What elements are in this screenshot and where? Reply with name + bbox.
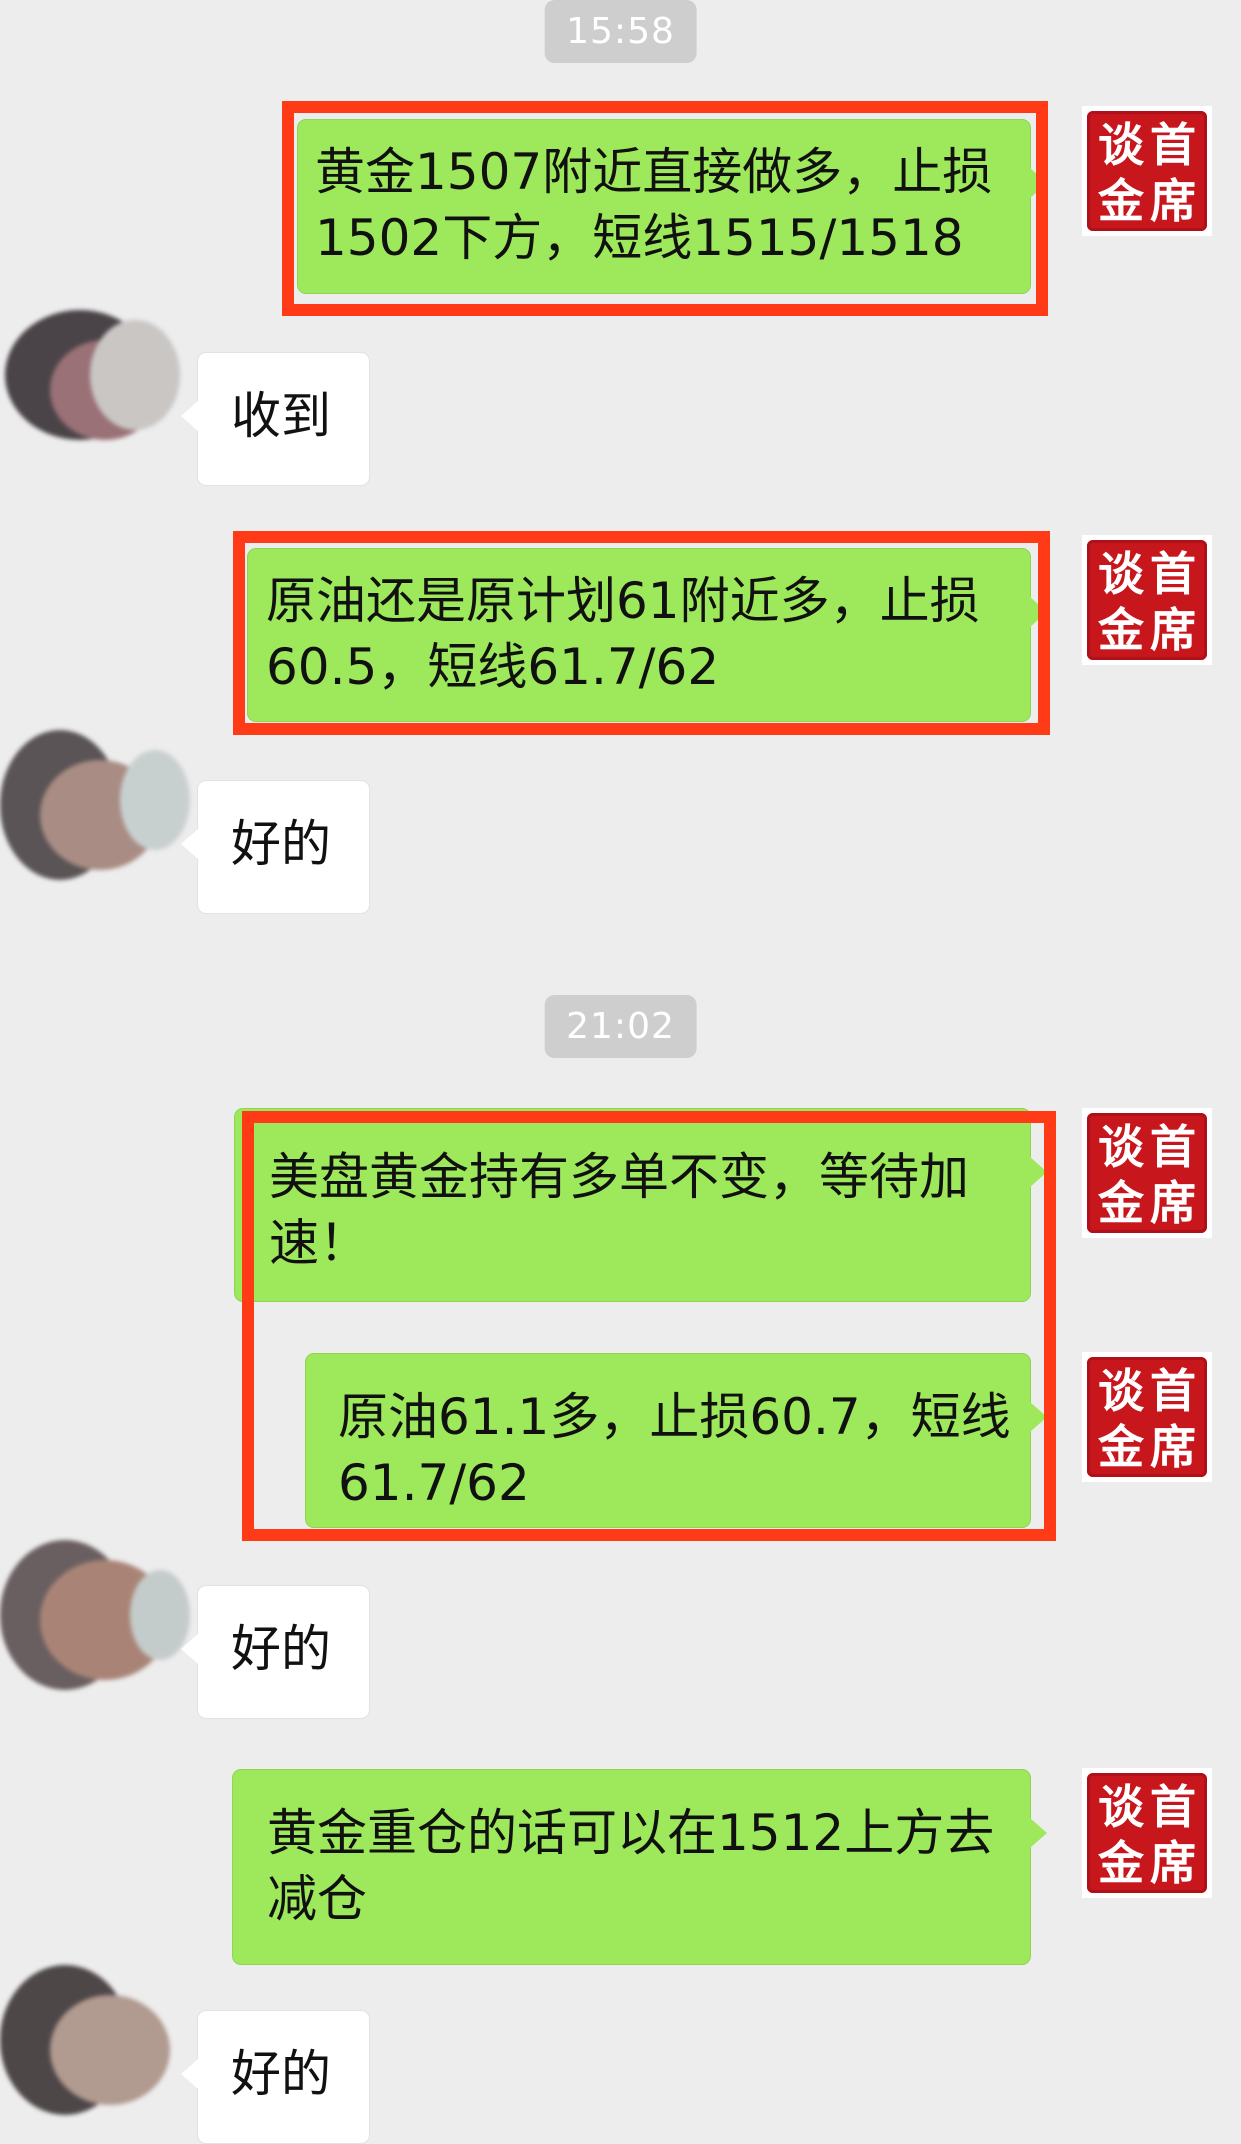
message-bubble-incoming[interactable]: 好的 (181, 1585, 370, 1719)
seal-logo-icon: 谈首金席 (1087, 1773, 1207, 1893)
message-bubble-incoming[interactable]: 好的 (181, 2010, 370, 2144)
avatar-contact[interactable] (0, 720, 195, 890)
avatar-self[interactable]: 谈首金席 (1082, 1768, 1212, 1898)
avatar-self[interactable]: 谈首金席 (1082, 1352, 1212, 1482)
timestamp: 15:58 (544, 0, 697, 63)
avatar-contact[interactable] (0, 1520, 195, 1690)
seal-logo-icon: 谈首金席 (1087, 540, 1207, 660)
message-bubble-outgoing[interactable]: 美盘黄金持有多单不变，等待加 速！ (234, 1108, 1047, 1302)
message-bubble-incoming[interactable]: 收到 (181, 352, 370, 486)
avatar-contact[interactable] (0, 1955, 195, 2125)
seal-logo-icon: 谈首金席 (1087, 1113, 1207, 1233)
avatar-self[interactable]: 谈首金席 (1082, 535, 1212, 665)
message-bubble-outgoing[interactable]: 原油还是原计划61附近多，止损 60.5，短线61.7/62 (247, 548, 1047, 722)
timestamp: 21:02 (544, 995, 697, 1058)
message-bubble-outgoing[interactable]: 黄金重仓的话可以在1512上方去 减仓 (232, 1769, 1047, 1965)
seal-logo-icon: 谈首金席 (1087, 111, 1207, 231)
message-bubble-outgoing[interactable]: 原油61.1多，止损60.7，短线 61.7/62 (305, 1353, 1047, 1528)
avatar-self[interactable]: 谈首金席 (1082, 106, 1212, 236)
message-bubble-outgoing[interactable]: 黄金1507附近直接做多，止损 1502下方，短线1515/1518 (297, 119, 1047, 294)
avatar-contact[interactable] (0, 290, 195, 460)
seal-logo-icon: 谈首金席 (1087, 1357, 1207, 1477)
avatar-self[interactable]: 谈首金席 (1082, 1108, 1212, 1238)
message-bubble-incoming[interactable]: 好的 (181, 780, 370, 914)
